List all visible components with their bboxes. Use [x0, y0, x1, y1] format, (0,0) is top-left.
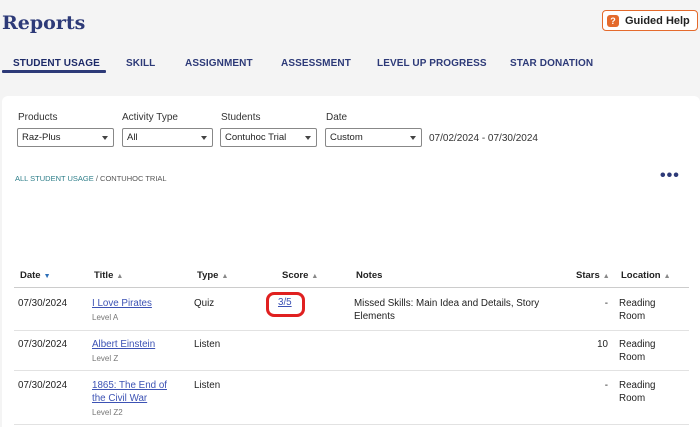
row-title-link[interactable]: Albert Einstein [92, 339, 155, 350]
students-value: Contuhoc Trial [225, 132, 287, 143]
tab-student-usage[interactable]: STUDENT USAGE [13, 58, 100, 69]
row-level: Level A [92, 313, 119, 322]
column-header-notes-label: Notes [356, 270, 383, 281]
tab-assessment[interactable]: ASSESSMENT [281, 58, 351, 69]
date-label: Date [326, 112, 348, 123]
students-label: Students [221, 112, 261, 123]
sort-up-icon: ▲ [116, 273, 124, 280]
tab-assignment[interactable]: ASSIGNMENT [185, 58, 253, 69]
score-highlight-marker [266, 292, 305, 317]
students-select[interactable]: Contuhoc Trial [220, 128, 317, 147]
question-icon: ? [607, 14, 619, 27]
row-notes: Missed Skills: Main Idea and Details, St… [354, 298, 540, 322]
tab-level-up-progress[interactable]: LEVEL UP PROGRESS [377, 58, 487, 69]
column-header-score[interactable]: Score ▲ [282, 270, 318, 281]
row-divider [14, 424, 689, 425]
activity-type-select[interactable]: All [122, 128, 213, 147]
active-tab-indicator [2, 70, 106, 73]
row-level: Level Z [92, 354, 119, 363]
row-date: 07/30/2024 [18, 298, 68, 309]
column-header-stars-label: Stars [576, 270, 600, 281]
tab-skill[interactable]: SKILL [126, 58, 155, 69]
chevron-down-icon [102, 136, 108, 140]
products-label: Products [18, 112, 58, 123]
table-header-divider [14, 287, 689, 288]
column-header-date[interactable]: Date ▼ [20, 270, 51, 281]
sort-up-icon: ▲ [602, 273, 610, 280]
breadcrumb: ALL STUDENT USAGE / CONTUHOC TRIAL [15, 174, 167, 183]
row-level: Level Z2 [92, 408, 123, 417]
row-stars: 10 [597, 339, 608, 350]
column-header-title[interactable]: Title ▲ [94, 270, 123, 281]
column-header-title-label: Title [94, 270, 114, 281]
row-title-link[interactable]: 1865: The End of the Civil War [92, 380, 167, 404]
sort-up-icon: ▲ [663, 273, 671, 280]
breadcrumb-all-student-usage[interactable]: ALL STUDENT USAGE [15, 174, 94, 183]
chevron-down-icon [305, 136, 311, 140]
row-location: Reading Room [619, 298, 656, 322]
page-title: Reports [2, 12, 86, 34]
products-value: Raz-Plus [22, 132, 61, 143]
guided-help-button[interactable]: ? Guided Help [602, 10, 698, 31]
activity-type-value: All [127, 132, 138, 143]
more-options-icon[interactable]: ••• [660, 168, 680, 184]
tab-star-donation[interactable]: STAR DONATION [510, 58, 593, 69]
row-stars: - [604, 298, 608, 309]
chevron-down-icon [410, 136, 416, 140]
breadcrumb-current: CONTUHOC TRIAL [100, 174, 167, 183]
activity-type-label: Activity Type [122, 112, 178, 123]
sort-down-icon: ▼ [43, 273, 51, 280]
row-divider [14, 370, 689, 371]
column-header-type-label: Type [197, 270, 219, 281]
row-divider [14, 330, 689, 331]
column-header-date-label: Date [20, 270, 41, 281]
row-date: 07/30/2024 [18, 380, 68, 391]
sort-up-icon: ▲ [221, 273, 229, 280]
date-range: 07/02/2024 - 07/30/2024 [429, 133, 538, 144]
chevron-down-icon [201, 136, 207, 140]
row-type: Listen [194, 339, 221, 350]
row-date: 07/30/2024 [18, 339, 68, 350]
row-stars: - [604, 380, 608, 391]
row-title-link[interactable]: I Love Pirates [92, 298, 152, 309]
date-value: Custom [330, 132, 363, 143]
column-header-location-label: Location [621, 270, 661, 281]
sort-up-icon: ▲ [311, 273, 319, 280]
column-header-type[interactable]: Type ▲ [197, 270, 228, 281]
guided-help-label: Guided Help [625, 14, 690, 27]
column-header-notes: Notes [356, 270, 382, 281]
row-location: Reading Room [619, 339, 656, 363]
row-type: Listen [194, 380, 221, 391]
column-header-stars[interactable]: Stars ▲ [576, 270, 610, 281]
column-header-score-label: Score [282, 270, 309, 281]
products-select[interactable]: Raz-Plus [17, 128, 114, 147]
date-select[interactable]: Custom [325, 128, 422, 147]
row-type: Quiz [194, 298, 215, 309]
column-header-location[interactable]: Location ▲ [621, 270, 671, 281]
row-location: Reading Room [619, 380, 656, 404]
